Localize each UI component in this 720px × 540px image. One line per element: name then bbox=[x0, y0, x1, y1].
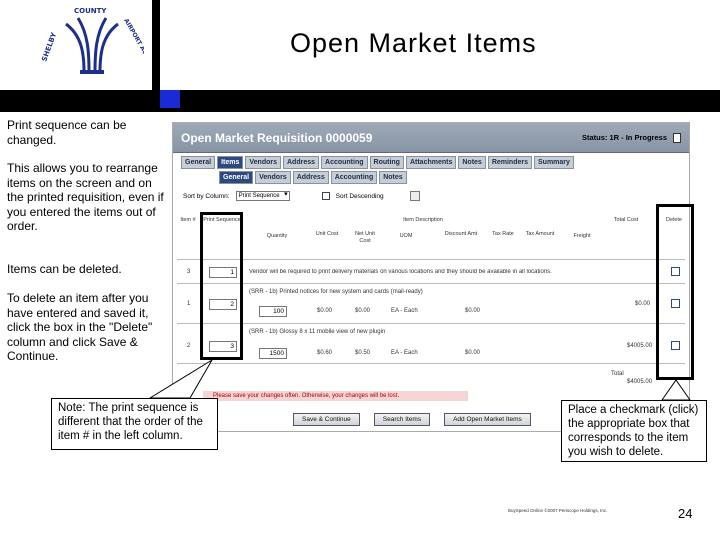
text-delete-instructions: To delete an item after you have entered… bbox=[7, 291, 153, 363]
status-text: Status: 1R - In Progress bbox=[581, 133, 667, 142]
tab-notes[interactable]: Notes bbox=[458, 156, 486, 169]
row1-description: Vendor will be required to print deliver… bbox=[249, 269, 552, 275]
col-item-description: Item Description bbox=[403, 217, 443, 223]
col-net-unit-cost: Net Unit Cost bbox=[355, 231, 375, 244]
delete-callout: Place a checkmark (click) the appropriat… bbox=[561, 400, 707, 462]
col-freight: Freight bbox=[573, 233, 591, 239]
row2-item-number: 1 bbox=[187, 301, 191, 307]
tab-items[interactable]: Items bbox=[217, 156, 244, 169]
tab-summary[interactable]: Summary bbox=[534, 156, 574, 169]
subtab-address[interactable]: Address bbox=[292, 171, 329, 184]
tab-general[interactable]: General bbox=[181, 156, 216, 169]
col-item-number: Item # bbox=[180, 217, 196, 223]
row3-uom: EA - Each bbox=[391, 350, 418, 356]
row2-description: (SRR - 1b) Printed notices for new syste… bbox=[249, 289, 423, 295]
row3-quantity-input[interactable]: 1500 bbox=[259, 348, 287, 359]
add-open-market-items-button[interactable]: Add Open Market Items bbox=[444, 413, 531, 426]
action-buttons: Save & Continue Search Items Add Open Ma… bbox=[293, 413, 531, 426]
text-rearrange: This allows you to rearrange items on th… bbox=[7, 161, 164, 233]
subtab-vendors[interactable]: Vendors bbox=[255, 171, 291, 184]
col-tax-rate: Tax Rate bbox=[492, 231, 514, 237]
row2-unit-cost: $0.00 bbox=[317, 308, 333, 314]
document-icon[interactable] bbox=[673, 132, 681, 143]
col-discount: Discount Amt bbox=[444, 231, 478, 237]
row-divider bbox=[177, 323, 685, 324]
col-total-cost: Total Cost bbox=[613, 217, 639, 223]
save-continue-button[interactable]: Save & Continue bbox=[293, 413, 360, 426]
requisition-title: Open Market Requisition 0000059 bbox=[181, 130, 373, 145]
page-number: 24 bbox=[678, 506, 693, 521]
subtab-general[interactable]: General bbox=[219, 171, 254, 184]
text-print-sequence: Print sequence can be changed. bbox=[7, 118, 127, 147]
row2-net-unit-cost: $0.00 bbox=[355, 308, 371, 314]
col-tax-amount: Tax Amount bbox=[525, 231, 555, 237]
col-quantity: Quantity bbox=[266, 233, 288, 239]
sort-label: Sort by Column: bbox=[183, 192, 230, 200]
sort-select[interactable]: Print Sequence bbox=[235, 191, 290, 201]
sort-descending-label: Sort Descending bbox=[335, 192, 384, 200]
logo-text-top: COUNTY bbox=[74, 7, 107, 15]
col-uom: UOM bbox=[399, 233, 413, 239]
row3-description: (SRR - 1b) Glossy 8 x 11 mobile view of … bbox=[249, 329, 386, 335]
tab-address[interactable]: Address bbox=[283, 156, 320, 169]
slide-footer: BuySpeed Online ©2007 Periscope Holdings… bbox=[508, 508, 608, 513]
tab-accounting[interactable]: Accounting bbox=[321, 156, 368, 169]
requisition-status: Status: 1R - In Progress bbox=[581, 132, 681, 143]
top-black-band bbox=[0, 90, 720, 112]
row-divider bbox=[177, 259, 685, 260]
subtab-accounting[interactable]: Accounting bbox=[330, 171, 378, 184]
total-label: Total bbox=[611, 371, 624, 377]
row2-discount: $0.00 bbox=[465, 308, 481, 314]
delete-column-highlight bbox=[656, 204, 694, 380]
requisition-screenshot: Open Market Requisition 0000059 Status: … bbox=[172, 122, 690, 432]
row-divider bbox=[177, 283, 685, 284]
sort-descending-checkbox[interactable] bbox=[321, 192, 330, 200]
sort-go-button[interactable] bbox=[409, 191, 420, 201]
print-sequence-highlight bbox=[200, 212, 243, 360]
row3-discount: $0.00 bbox=[465, 350, 481, 356]
airport-authority-logo: SHELBY COUNTY AIRPORT AUTHORITY bbox=[40, 7, 144, 85]
row3-item-number: 2 bbox=[187, 343, 191, 349]
row-divider bbox=[177, 363, 685, 364]
vertical-black-bar bbox=[152, 0, 160, 108]
text-items-deleted: Items can be deleted. bbox=[7, 262, 122, 276]
blue-accent-square bbox=[160, 90, 180, 108]
tab-reminders[interactable]: Reminders bbox=[487, 156, 532, 169]
row3-total: $4005.00 bbox=[627, 343, 653, 349]
row3-net-unit-cost: $0.50 bbox=[355, 350, 371, 356]
subtab-notes[interactable]: Notes bbox=[379, 171, 407, 184]
main-tabs: General Items Vendors Address Accounting… bbox=[173, 153, 689, 169]
row1-item-number: 3 bbox=[187, 269, 191, 275]
tab-routing[interactable]: Routing bbox=[369, 156, 404, 169]
save-warning: Please save your changes often. Otherwis… bbox=[203, 391, 468, 401]
sort-row: Sort by Column: Print Sequence Sort Desc… bbox=[173, 184, 689, 201]
total-value: $4005.00 bbox=[627, 379, 653, 385]
print-sequence-callout: Note: The print sequence is different th… bbox=[51, 398, 218, 450]
tab-vendors[interactable]: Vendors bbox=[245, 156, 281, 169]
search-items-button[interactable]: Search Items bbox=[373, 413, 431, 426]
row2-total: $0.00 bbox=[635, 301, 651, 307]
row2-quantity-input[interactable]: 100 bbox=[259, 306, 287, 317]
slide-title: Open Market Items bbox=[290, 28, 537, 58]
row3-unit-cost: $0.60 bbox=[317, 350, 333, 356]
tab-attachments[interactable]: Attachments bbox=[405, 156, 457, 169]
row2-uom: EA - Each bbox=[391, 308, 418, 314]
col-unit-cost: Unit Cost bbox=[315, 231, 339, 237]
requisition-header: Open Market Requisition 0000059 Status: … bbox=[173, 123, 689, 153]
sub-tabs: General Vendors Address Accounting Notes bbox=[173, 169, 689, 184]
